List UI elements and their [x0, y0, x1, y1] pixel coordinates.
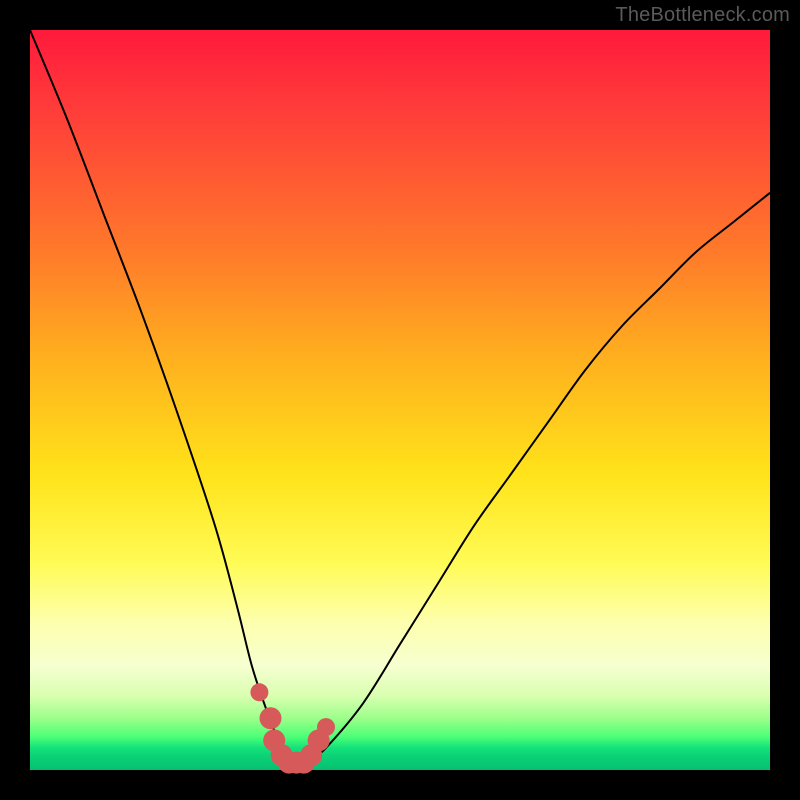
watermark-text: TheBottleneck.com: [615, 4, 790, 27]
plot-area: [30, 30, 770, 770]
highlight-markers: [250, 683, 335, 773]
chart-frame: TheBottleneck.com: [0, 0, 800, 800]
marker-dot: [317, 718, 335, 736]
marker-dot: [250, 683, 268, 701]
curve-svg: [30, 30, 770, 770]
bottleneck-curve: [30, 30, 770, 763]
marker-dot: [260, 707, 282, 729]
